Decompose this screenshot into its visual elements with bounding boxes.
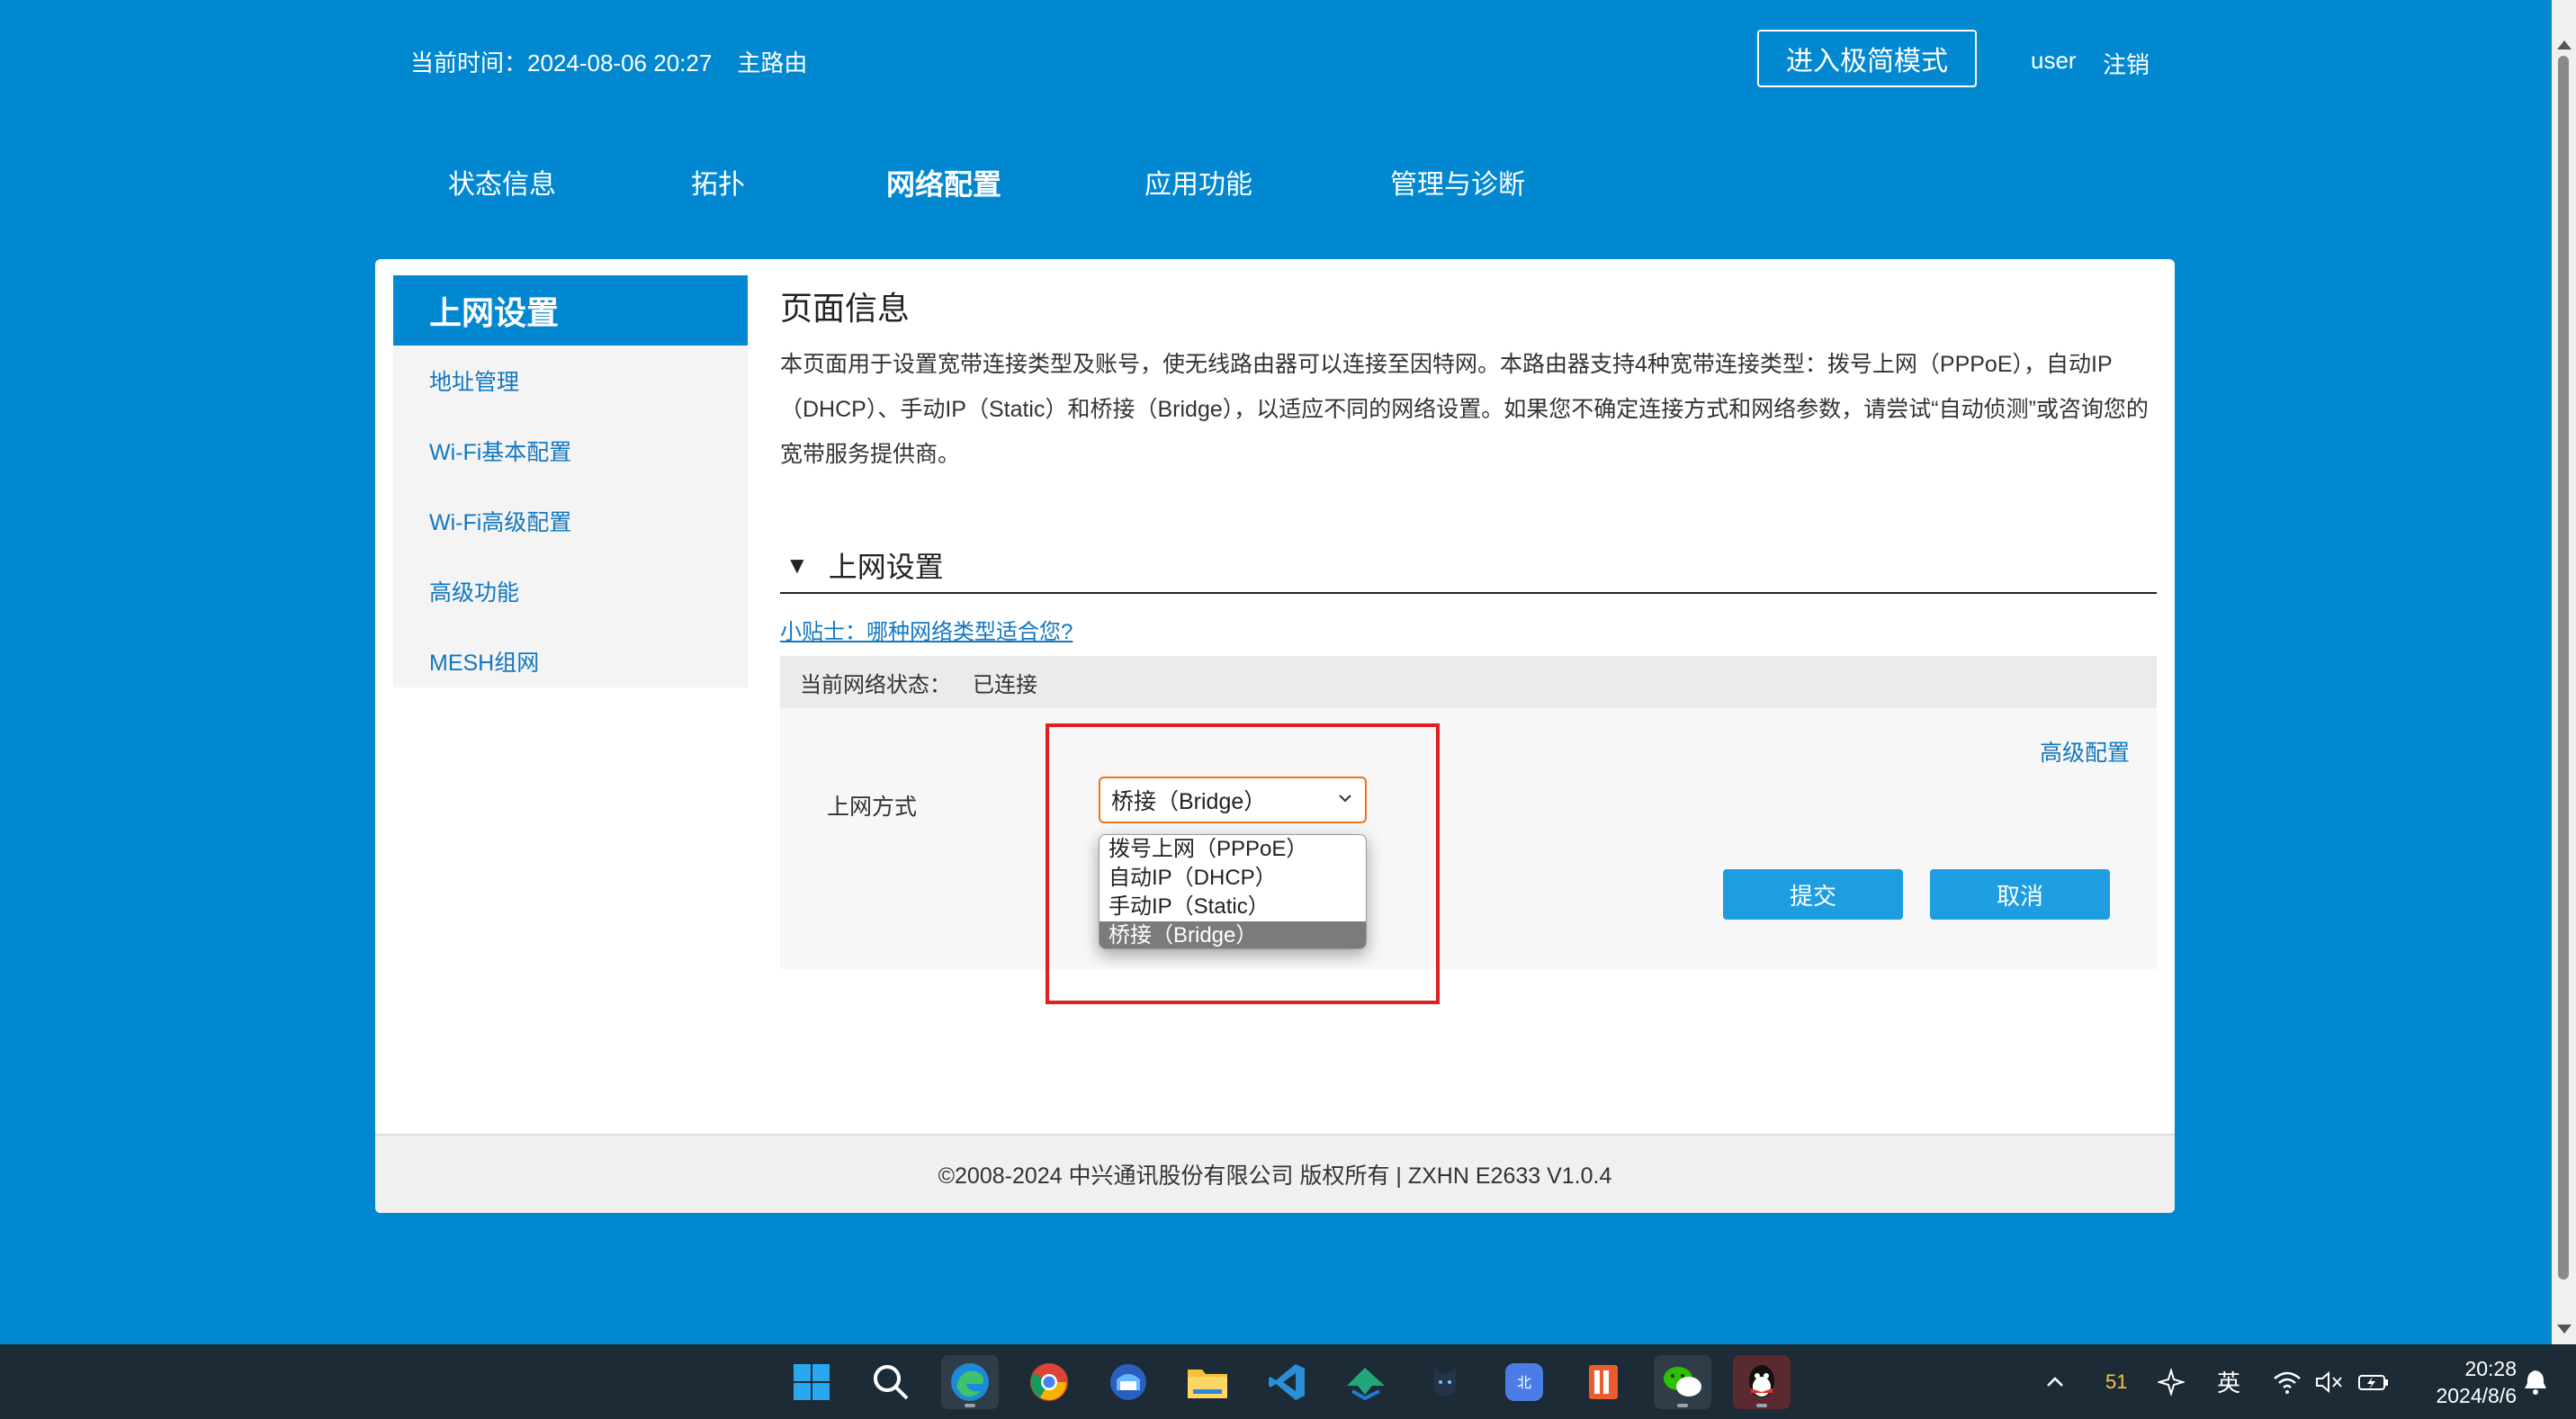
ime-indicator[interactable]: 英 xyxy=(2217,1344,2240,1419)
file-explorer-icon[interactable] xyxy=(1179,1355,1236,1409)
tip-link[interactable]: 小贴士：哪种网络类型适合您? xyxy=(780,614,1073,645)
sidebar-item-wifi-basic[interactable]: Wi-Fi基本配置 xyxy=(393,416,748,486)
section-header[interactable]: ▼ 上网设置 xyxy=(780,538,2157,594)
scroll-thumb[interactable] xyxy=(2558,56,2569,1280)
svg-text:北: 北 xyxy=(1517,1374,1531,1391)
wifi-icon[interactable] xyxy=(2273,1344,2302,1419)
search-icon[interactable] xyxy=(862,1355,920,1409)
vscode-icon[interactable] xyxy=(1258,1355,1315,1409)
thunderbird-icon[interactable] xyxy=(1100,1355,1157,1409)
status-value: 已连接 xyxy=(973,672,1037,697)
status-label: 当前网络状态： xyxy=(800,672,951,697)
time-label: 当前时间： xyxy=(410,49,528,76)
app-icon[interactable] xyxy=(1337,1355,1395,1409)
sidebar-item-wifi-advanced[interactable]: Wi-Fi高级配置 xyxy=(393,486,748,556)
sidebar-item-mesh[interactable]: MESH组网 xyxy=(393,626,748,696)
option-dhcp[interactable]: 自动IP（DHCP） xyxy=(1100,864,1366,893)
vertical-scrollbar[interactable] xyxy=(2552,0,2576,1344)
router-mode: 主路由 xyxy=(737,49,808,76)
qq-active-indicator xyxy=(1756,1404,1767,1407)
wan-mode-label: 上网方式 xyxy=(827,795,918,820)
chevron-down-icon xyxy=(1339,795,1351,803)
advanced-config-link[interactable]: 高级配置 xyxy=(2040,735,2130,768)
tray-temperature[interactable]: 51 xyxy=(2105,1344,2127,1419)
sidebar-item-advanced[interactable]: 高级功能 xyxy=(393,556,748,626)
notes-app-icon[interactable] xyxy=(1575,1355,1632,1409)
clock-date: 2024/8/6 xyxy=(2436,1384,2517,1407)
wan-form: 高级配置 上网方式 桥接（Bridge） 拨号上网（PPPoE） 自动IP（DH… xyxy=(780,708,2157,969)
footer: ©2008-2024 中兴通讯股份有限公司 版权所有 | ZXHN E2633 … xyxy=(375,1134,2175,1213)
page-info-title: 页面信息 xyxy=(780,290,911,327)
tray-app-icon[interactable] xyxy=(2158,1344,2185,1419)
cancel-button[interactable]: 取消 xyxy=(1930,869,2110,920)
collapse-triangle-icon[interactable]: ▼ xyxy=(785,552,809,579)
app-badge-icon[interactable]: 北 xyxy=(1495,1355,1553,1409)
clock-time: 20:28 xyxy=(2464,1357,2517,1380)
wan-mode-dropdown: 拨号上网（PPPoE） 自动IP（DHCP） 手动IP（Static） 桥接（B… xyxy=(1099,834,1367,949)
system-clock[interactable]: 20:28 2024/8/6 xyxy=(2436,1355,2517,1409)
content-area: 页面信息 本页面用于设置宽带连接类型及账号，使无线路由器可以连接至因特网。本路由… xyxy=(780,275,2157,969)
time-value: 2024-08-06 20:27 xyxy=(527,49,713,76)
cat-app-icon[interactable] xyxy=(1416,1355,1474,1409)
notification-bell-icon[interactable] xyxy=(2523,1344,2548,1419)
wechat-active-indicator xyxy=(1677,1404,1688,1407)
nav-status[interactable]: 状态信息 xyxy=(448,162,556,202)
wan-mode-selected-value: 桥接（Bridge） xyxy=(1111,789,1267,814)
wechat-icon[interactable] xyxy=(1654,1355,1711,1409)
volume-muted-icon[interactable] xyxy=(2314,1344,2343,1419)
edge-active-indicator xyxy=(965,1404,975,1407)
nav-network-config[interactable]: 网络配置 xyxy=(886,162,1001,203)
main-card: 上网设置 地址管理 Wi-Fi基本配置 Wi-Fi高级配置 高级功能 MESH组… xyxy=(375,259,2175,1213)
username: user xyxy=(2031,47,2077,74)
top-bar: 当前时间：2024-08-06 20:27 主路由 进入极简模式 user 注销 xyxy=(0,0,2552,126)
network-status-bar: 当前网络状态： 已连接 xyxy=(780,656,2157,708)
option-static[interactable]: 手动IP（Static） xyxy=(1100,893,1366,921)
windows-start-icon[interactable] xyxy=(783,1355,840,1409)
submit-button[interactable]: 提交 xyxy=(1723,869,1903,920)
page-info-description: 本页面用于设置宽带连接类型及账号，使无线路由器可以连接至因特网。本路由器支持4种… xyxy=(780,352,2149,467)
current-time: 当前时间：2024-08-06 20:27 主路由 xyxy=(410,45,807,78)
battery-charging-icon[interactable] xyxy=(2357,1344,2390,1419)
section-title: 上网设置 xyxy=(828,551,944,583)
qq-icon[interactable] xyxy=(1733,1355,1791,1409)
edge-browser-icon[interactable] xyxy=(941,1355,999,1409)
taskbar: 北 51 英 20:28 2024/8/6 xyxy=(0,1344,2576,1419)
nav-applications[interactable]: 应用功能 xyxy=(1144,162,1252,202)
scroll-up-icon[interactable] xyxy=(2557,40,2572,49)
sidebar-title[interactable]: 上网设置 xyxy=(393,275,748,346)
sidebar: 上网设置 地址管理 Wi-Fi基本配置 Wi-Fi高级配置 高级功能 MESH组… xyxy=(393,275,748,687)
option-pppoe[interactable]: 拨号上网（PPPoE） xyxy=(1100,835,1366,864)
scroll-down-icon[interactable] xyxy=(2557,1325,2572,1334)
chrome-icon[interactable] xyxy=(1020,1355,1078,1409)
option-bridge[interactable]: 桥接（Bridge） xyxy=(1100,921,1366,948)
sidebar-item-address[interactable]: 地址管理 xyxy=(393,346,748,416)
tray-overflow-chevron-icon[interactable] xyxy=(2044,1344,2066,1419)
wan-mode-select[interactable]: 桥接（Bridge） xyxy=(1099,777,1367,823)
simple-mode-button[interactable]: 进入极简模式 xyxy=(1757,30,1977,87)
nav-management[interactable]: 管理与诊断 xyxy=(1390,162,1525,202)
logout-link[interactable]: 注销 xyxy=(2103,47,2150,80)
nav-topology[interactable]: 拓扑 xyxy=(691,162,745,202)
